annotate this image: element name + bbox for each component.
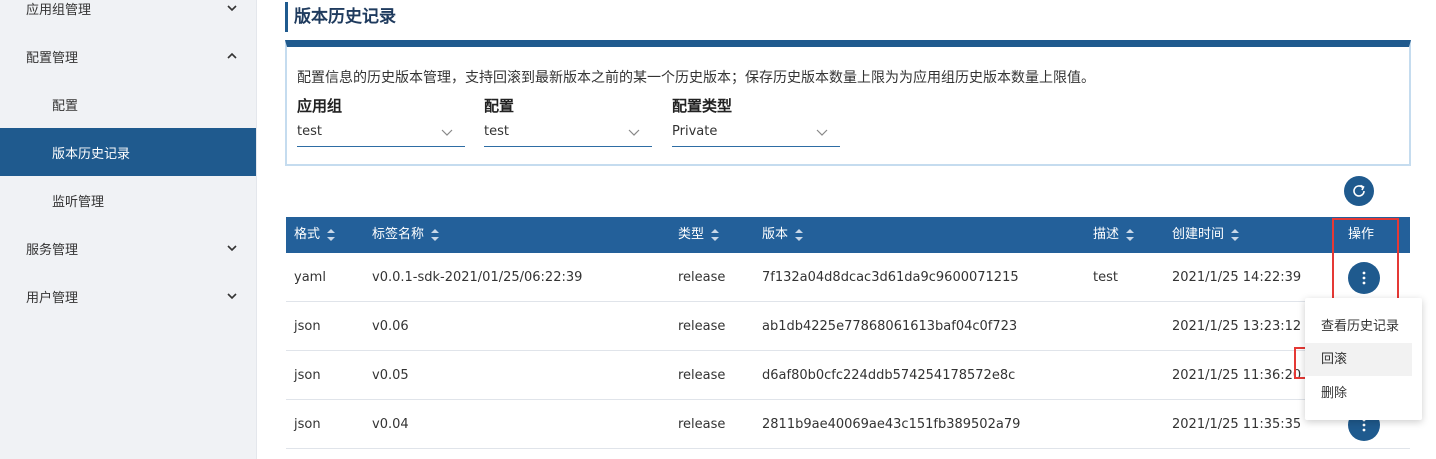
cell-type: release [678, 270, 726, 285]
version-table: 格式 标签名称 类型 版本 描述 创建时间 操作 yaml v0.0.1-sdk… [286, 217, 1410, 449]
sort-icon [1231, 229, 1240, 241]
sidebar-item-app-group[interactable]: 应用组管理 [0, 0, 256, 32]
more-vertical-icon [1362, 271, 1366, 285]
cell-format: json [294, 417, 321, 432]
config-type-select[interactable]: Private [672, 117, 840, 147]
sidebar-item-service[interactable]: 服务管理 [0, 224, 256, 272]
cell-version: ab1db4225e77868061613baf04c0f723 [762, 319, 1018, 334]
cell-version: d6af80b0cfc224ddb574254178572e8c [762, 368, 1016, 383]
filter-label: 配置类型 [672, 97, 733, 115]
filter-label: 配置 [484, 97, 515, 115]
col-format[interactable]: 格式 [294, 217, 336, 253]
sort-icon [1126, 229, 1135, 241]
chevron-down-icon [227, 293, 237, 300]
cell-type: release [678, 417, 726, 432]
cell-created: 2021/1/25 11:36:20 [1172, 368, 1302, 383]
chevron-down-icon [227, 245, 237, 252]
col-label: 标签名称 [372, 227, 425, 242]
cell-type: release [678, 319, 726, 334]
cell-tag: v0.0.1-sdk-2021/01/25/06:22:39 [372, 270, 583, 285]
sort-icon [711, 229, 720, 241]
page-title: 版本历史记录 [285, 2, 396, 32]
col-desc[interactable]: 描述 [1093, 217, 1135, 253]
filter-label: 应用组 [297, 97, 343, 115]
sort-icon [431, 229, 440, 241]
sidebar-item-version-history[interactable]: 版本历史记录 [0, 128, 256, 176]
sidebar-item-label: 应用组管理 [26, 2, 92, 18]
sidebar-item-label: 服务管理 [26, 242, 79, 258]
menu-item-delete[interactable]: 删除 [1305, 377, 1412, 410]
more-vertical-icon [1362, 418, 1366, 432]
refresh-button[interactable] [1344, 176, 1374, 206]
chevron-down-icon [441, 129, 453, 136]
cell-created: 2021/1/25 13:23:12 [1172, 319, 1302, 334]
sidebar-item-label: 配置 [52, 98, 79, 114]
app-group-select[interactable]: test [297, 117, 465, 147]
cell-version: 2811b9ae40069ae43c151fb389502a79 [762, 417, 1021, 432]
chevron-down-icon [816, 129, 828, 136]
filter-panel: 配置信息的历史版本管理，支持回滚到最新版本之前的某一个历史版本；保存历史版本数量… [285, 40, 1411, 166]
col-label: 描述 [1093, 227, 1120, 242]
filter-config-type: 配置类型 Private [672, 95, 840, 147]
cell-format: json [294, 368, 321, 383]
table-row: json v0.04 release 2811b9ae40069ae43c151… [286, 400, 1410, 449]
col-tag[interactable]: 标签名称 [372, 217, 440, 253]
table-header: 格式 标签名称 类型 版本 描述 创建时间 操作 [286, 217, 1410, 253]
col-label: 操作 [1348, 227, 1375, 242]
chevron-down-icon [227, 5, 237, 12]
cell-format: json [294, 319, 321, 334]
select-value: Private [672, 124, 718, 139]
col-created[interactable]: 创建时间 [1172, 217, 1240, 253]
sidebar-item-user[interactable]: 用户管理 [0, 272, 256, 320]
table-row: yaml v0.0.1-sdk-2021/01/25/06:22:39 rele… [286, 253, 1410, 302]
table-row: json v0.05 release d6af80b0cfc224ddb5742… [286, 351, 1410, 400]
cell-version: 7f132a04d8dcac3d61da9c9600071215 [762, 270, 1019, 285]
action-menu: 查看历史记录 回滚 删除 [1305, 298, 1422, 420]
table-row: json v0.06 release ab1db4225e77868061613… [286, 302, 1410, 351]
cell-tag: v0.04 [372, 417, 409, 432]
more-actions-button[interactable] [1348, 262, 1380, 294]
sort-icon [327, 229, 336, 241]
sidebar-item-listener[interactable]: 监听管理 [0, 176, 256, 224]
filter-config: 配置 test [484, 95, 652, 147]
cell-type: release [678, 368, 726, 383]
col-version[interactable]: 版本 [762, 217, 804, 253]
filter-app-group: 应用组 test [297, 95, 465, 147]
sidebar-item-config-management[interactable]: 配置管理 [0, 32, 256, 80]
col-label: 创建时间 [1172, 227, 1225, 242]
sidebar-item-label: 用户管理 [26, 290, 79, 306]
cell-created: 2021/1/25 11:35:35 [1172, 417, 1302, 432]
menu-item-view-history[interactable]: 查看历史记录 [1305, 310, 1412, 343]
cell-created: 2021/1/25 14:22:39 [1172, 270, 1302, 285]
main-content: 版本历史记录 配置信息的历史版本管理，支持回滚到最新版本之前的某一个历史版本；保… [257, 0, 1436, 459]
sidebar-item-label: 配置管理 [26, 50, 79, 66]
col-label: 版本 [762, 227, 789, 242]
chevron-down-icon [628, 129, 640, 136]
sidebar: 应用组管理 配置管理 配置 版本历史记录 监听管理 服务管理 用户管理 [0, 0, 257, 459]
col-action: 操作 [1348, 217, 1374, 253]
col-label: 格式 [294, 227, 321, 242]
sort-icon [795, 229, 804, 241]
select-value: test [297, 124, 322, 139]
config-select[interactable]: test [484, 117, 652, 147]
page-description: 配置信息的历史版本管理，支持回滚到最新版本之前的某一个历史版本；保存历史版本数量… [297, 70, 1095, 86]
select-value: test [484, 124, 509, 139]
col-label: 类型 [678, 227, 705, 242]
menu-item-rollback[interactable]: 回滚 [1305, 343, 1412, 376]
cell-desc: test [1093, 270, 1118, 285]
sidebar-item-label: 版本历史记录 [52, 146, 131, 162]
cell-format: yaml [294, 270, 326, 285]
sidebar-item-label: 监听管理 [52, 194, 105, 210]
refresh-icon [1353, 184, 1365, 197]
cell-tag: v0.06 [372, 319, 409, 334]
sidebar-item-config[interactable]: 配置 [0, 80, 256, 128]
col-type[interactable]: 类型 [678, 217, 720, 253]
cell-tag: v0.05 [372, 368, 409, 383]
chevron-up-icon [227, 52, 237, 59]
